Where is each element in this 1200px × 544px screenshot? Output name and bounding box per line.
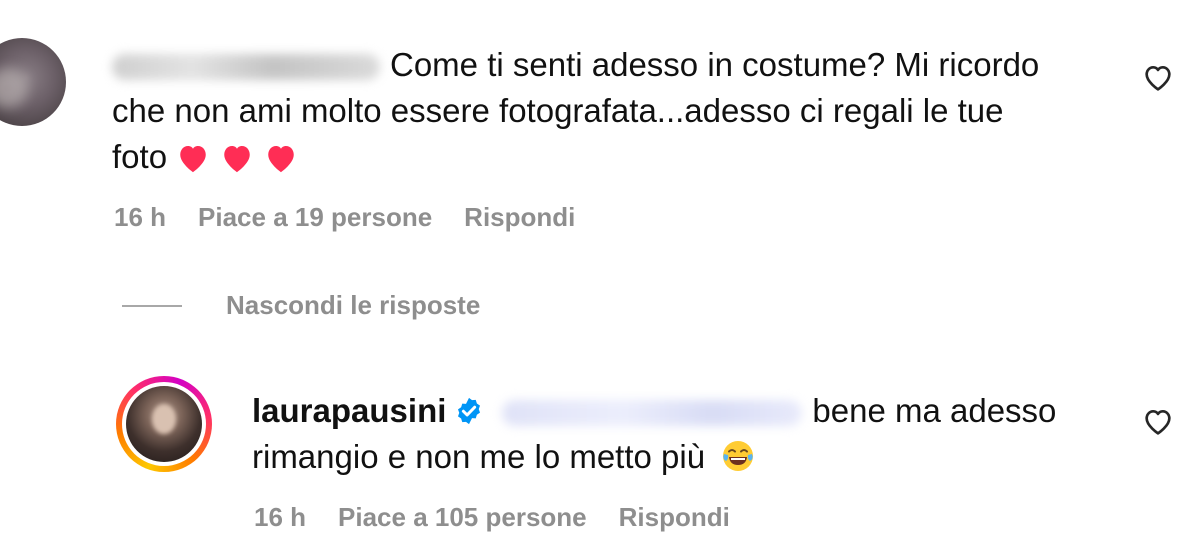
blurred-username[interactable] (112, 54, 380, 81)
comment-text: Come ti senti adesso in costume? Mi rico… (112, 42, 1112, 180)
reply-time: 16 h (254, 502, 307, 532)
divider (122, 305, 182, 307)
like-heart-icon[interactable] (1142, 406, 1174, 438)
heart-icon (224, 145, 250, 173)
verified-badge-icon (458, 397, 481, 425)
likes-count[interactable]: Piace a 105 persone (338, 502, 587, 533)
avatar[interactable] (126, 386, 202, 462)
username[interactable]: laurapausini (252, 392, 446, 429)
avatar[interactable] (0, 38, 66, 126)
likes-count[interactable]: Piace a 19 persone (198, 202, 432, 233)
reply-button[interactable]: Rispondi (464, 202, 575, 233)
reply-text: laurapausini bene ma adesso rimangio e n… (252, 388, 1132, 480)
heart-icon (268, 145, 294, 173)
reply-meta: 16 h Piace a 105 persone Rispondi (254, 502, 730, 533)
tears-of-joy-icon (723, 441, 754, 471)
hide-replies-button[interactable]: Nascondi le risposte (226, 290, 480, 321)
reply-line-2: rimangio e non me lo metto più (252, 438, 706, 475)
comment-line-2: che non ami molto essere fotografata...a… (112, 92, 1004, 129)
comment-meta: 16 h Piace a 19 persone Rispondi (114, 202, 575, 233)
comment-line-1: Come ti senti adesso in costume? Mi rico… (390, 46, 1040, 83)
heart-icon (180, 145, 206, 173)
comment-line-3: foto (112, 138, 168, 175)
reply-button[interactable]: Rispondi (619, 502, 730, 533)
reply-line-1: bene ma adesso (812, 392, 1057, 429)
blurred-mention[interactable] (502, 400, 803, 427)
like-heart-icon[interactable] (1142, 62, 1174, 94)
comment-time: 16 h (114, 202, 167, 232)
